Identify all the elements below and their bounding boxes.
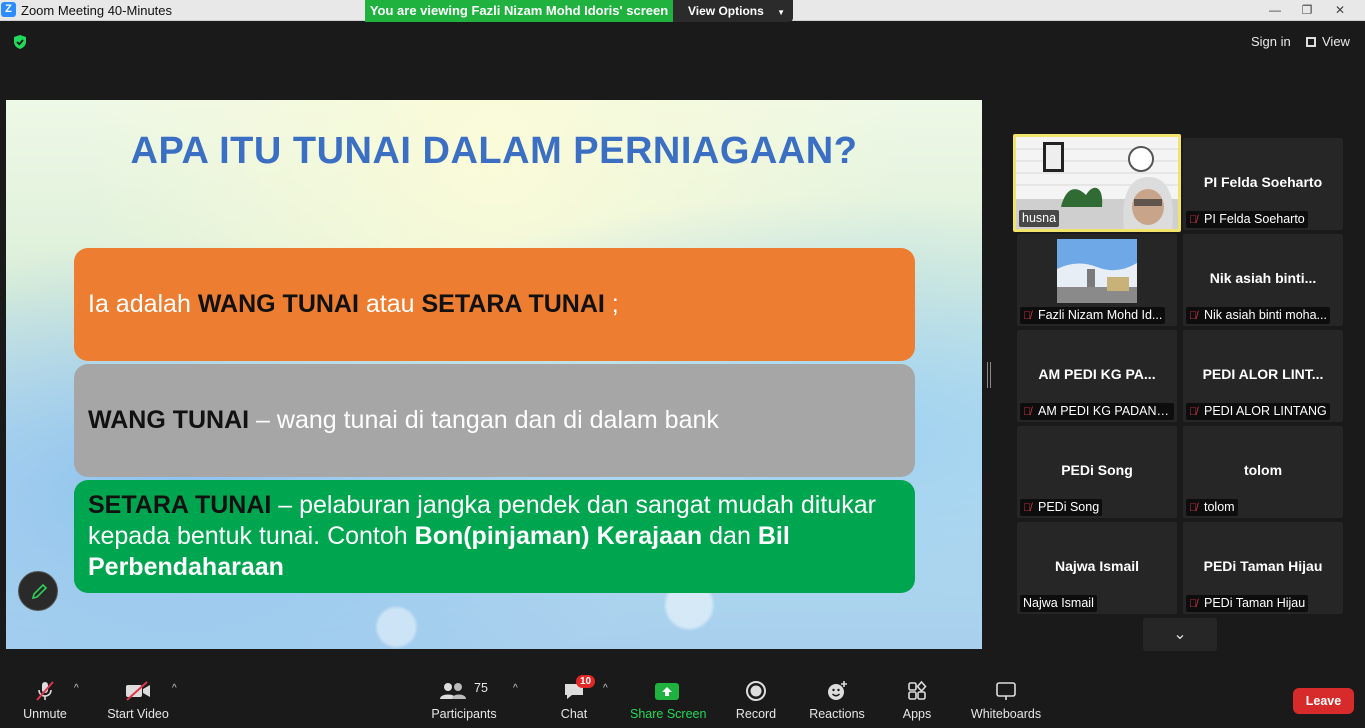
chat-icon-wrap: 10 bbox=[562, 675, 596, 703]
muted-mic-icon: 🎙̸ bbox=[1023, 502, 1032, 514]
chevron-down-icon: ▼ bbox=[777, 8, 786, 17]
participant-name-label: 🎙̸ Fazli Nizam Mohd Id... bbox=[1020, 307, 1166, 324]
panel-resize-handle[interactable] bbox=[987, 362, 991, 388]
muted-mic-icon: 🎙̸ bbox=[1023, 406, 1032, 418]
participants-icon-wrap: 75 bbox=[434, 679, 494, 703]
meeting-toolbar: Unmute ^ Start Video ^ 75 Participants ^… bbox=[0, 665, 1365, 728]
pen-icon bbox=[31, 583, 48, 600]
view-options-button[interactable]: View Options ▼ bbox=[673, 0, 793, 22]
reactions-label: Reactions bbox=[809, 707, 865, 721]
minimize-icon[interactable]: — bbox=[1259, 0, 1291, 20]
participant-tile-pedi-song[interactable]: PEDi Song 🎙̸ PEDi Song bbox=[1017, 426, 1177, 518]
unmute-button[interactable]: Unmute bbox=[22, 679, 68, 721]
start-video-label: Start Video bbox=[107, 707, 169, 721]
annotate-pen-button[interactable] bbox=[18, 571, 58, 611]
apps-label: Apps bbox=[902, 707, 932, 721]
apps-icon bbox=[908, 680, 927, 700]
participant-tile-nik-asiah[interactable]: Nik asiah binti... 🎙̸ Nik asiah binti moh… bbox=[1183, 234, 1343, 326]
sign-in-button[interactable]: Sign in bbox=[1245, 33, 1297, 53]
participant-tile-husna[interactable]: husna bbox=[1013, 134, 1181, 232]
chat-label: Chat bbox=[560, 707, 588, 721]
chat-button[interactable]: 10 Chat bbox=[556, 675, 596, 721]
participant-name-label: husna bbox=[1019, 210, 1060, 227]
apps-button[interactable]: Apps bbox=[900, 679, 934, 721]
participant-name-label: 🎙̸ PI Felda Soeharto bbox=[1186, 211, 1308, 228]
leave-meeting-button[interactable]: Leave bbox=[1293, 688, 1354, 714]
shared-screen-slide: APA ITU TUNAI DALAM PERNIAGAAN? Ia adala… bbox=[6, 100, 982, 649]
video-options-caret-icon[interactable]: ^ bbox=[172, 683, 177, 694]
record-icon bbox=[746, 681, 766, 701]
participant-tile-am-pedi-kg-padang[interactable]: AM PEDI KG PA... 🎙̸ AM PEDI KG PADANG... bbox=[1017, 330, 1177, 422]
muted-mic-icon: 🎙̸ bbox=[1189, 406, 1198, 418]
record-button[interactable]: Record bbox=[734, 679, 778, 721]
participant-name-label: 🎙̸ PEDi Song bbox=[1020, 499, 1103, 516]
unmute-label: Unmute bbox=[23, 707, 67, 721]
participant-name-label: 🎙̸ PEDI ALOR LINTANG bbox=[1186, 403, 1330, 420]
video-feed-fazli bbox=[1057, 239, 1137, 303]
participant-name-label: 🎙̸ PEDi Taman Hijau bbox=[1186, 595, 1309, 612]
restore-icon[interactable]: ❐ bbox=[1291, 0, 1323, 20]
participant-tile-najwa-ismail[interactable]: Najwa Ismail Najwa Ismail bbox=[1017, 522, 1177, 614]
gallery-next-page-button[interactable]: ⌄ bbox=[1143, 618, 1217, 651]
share-screen-button[interactable]: Share Screen bbox=[630, 679, 707, 721]
muted-mic-icon: 🎙̸ bbox=[1189, 598, 1198, 610]
whiteboard-icon bbox=[996, 682, 1016, 700]
participants-button[interactable]: 75 Participants bbox=[430, 679, 498, 721]
chat-options-caret-icon[interactable]: ^ bbox=[603, 683, 608, 694]
screen-share-banner: You are viewing Fazli Nizam Mohd Idoris'… bbox=[365, 0, 673, 22]
whiteboards-button[interactable]: Whiteboards bbox=[970, 679, 1042, 721]
share-screen-label: Share Screen bbox=[630, 707, 707, 721]
whiteboards-label: Whiteboards bbox=[970, 707, 1042, 721]
encryption-shield-icon[interactable] bbox=[12, 34, 28, 50]
slide-box-setara-tunai: SETARA TUNAI – pelaburan jangka pendek d… bbox=[74, 480, 915, 593]
reactions-smiley-icon bbox=[828, 681, 847, 700]
reactions-button[interactable]: Reactions bbox=[808, 679, 866, 721]
muted-mic-icon: 🎙̸ bbox=[1189, 214, 1198, 226]
share-screen-icon bbox=[655, 683, 679, 700]
participant-name-label: 🎙̸ tolom bbox=[1186, 499, 1238, 516]
participant-tile-tolom[interactable]: tolom 🎙̸ tolom bbox=[1183, 426, 1343, 518]
participants-label: Participants bbox=[431, 707, 497, 721]
slide-box-definition: Ia adalah WANG TUNAI atau SETARA TUNAI ; bbox=[74, 248, 915, 361]
close-icon[interactable]: ✕ bbox=[1324, 0, 1356, 20]
participants-icon bbox=[440, 683, 466, 699]
view-label: View bbox=[1322, 34, 1350, 49]
participants-count: 75 bbox=[474, 681, 488, 695]
participant-name-label: Najwa Ismail bbox=[1020, 595, 1097, 612]
view-options-label: View Options bbox=[688, 4, 764, 18]
window-title: Zoom Meeting 40-Minutes bbox=[21, 3, 173, 18]
zoom-app-icon: Z bbox=[1, 2, 16, 17]
chevron-down-icon: ⌄ bbox=[1173, 626, 1187, 643]
participant-tile-pedi-alor-lintang[interactable]: PEDI ALOR LINT... 🎙̸ PEDI ALOR LINTANG bbox=[1183, 330, 1343, 422]
muted-mic-icon: 🎙̸ bbox=[1189, 310, 1198, 322]
slide-box-wang-tunai: WANG TUNAI – wang tunai di tangan dan di… bbox=[74, 364, 915, 477]
participants-options-caret-icon[interactable]: ^ bbox=[513, 683, 518, 694]
participant-name-label: 🎙̸ Nik asiah binti moha... bbox=[1186, 307, 1330, 324]
audio-options-caret-icon[interactable]: ^ bbox=[74, 683, 79, 694]
participant-tile-fazli-nizam[interactable]: 🎙̸ Fazli Nizam Mohd Id... bbox=[1017, 234, 1177, 326]
start-video-button[interactable]: Start Video bbox=[106, 679, 170, 721]
participant-tile-pedi-taman-hijau[interactable]: PEDi Taman Hijau 🎙̸ PEDi Taman Hijau bbox=[1183, 522, 1343, 614]
participant-name-label: 🎙̸ AM PEDI KG PADANG... bbox=[1020, 403, 1174, 420]
grid-view-icon bbox=[1306, 37, 1316, 47]
muted-mic-icon: 🎙̸ bbox=[1189, 502, 1198, 514]
muted-microphone-icon bbox=[36, 681, 54, 701]
view-button[interactable]: View bbox=[1306, 33, 1350, 53]
record-label: Record bbox=[735, 707, 777, 721]
participant-tile-pi-felda-soeharto[interactable]: PI Felda Soeharto 🎙̸ PI Felda Soeharto bbox=[1183, 138, 1343, 230]
slide-title: APA ITU TUNAI DALAM PERNIAGAAN? bbox=[130, 130, 858, 172]
chat-unread-badge: 10 bbox=[576, 675, 596, 688]
muted-mic-icon: 🎙̸ bbox=[1023, 310, 1032, 322]
video-off-icon bbox=[126, 681, 150, 701]
